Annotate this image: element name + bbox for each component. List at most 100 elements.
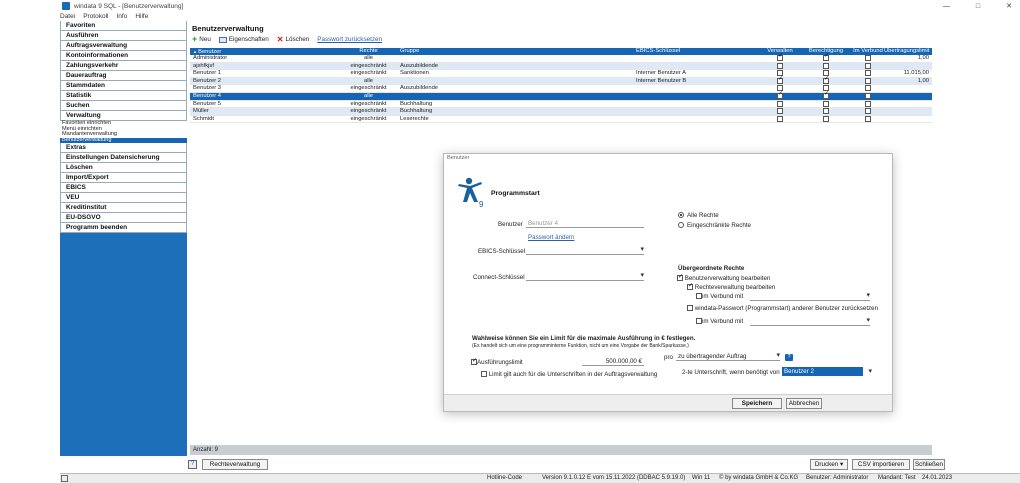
- checkbox-icon[interactable]: [823, 62, 829, 69]
- table-row[interactable]: Müller eingeschränkt Buchhaltung: [190, 108, 932, 116]
- ebics-select[interactable]: [526, 245, 644, 255]
- col-uebertragungslimit[interactable]: Übertragungslimit: [884, 48, 932, 55]
- csv-import-button[interactable]: CSV importieren: [852, 459, 910, 470]
- table-row[interactable]: Benutzer 5 eingeschränkt Buchhaltung: [190, 100, 932, 109]
- cell-verwalten[interactable]: [760, 108, 800, 115]
- cb-execution-limit[interactable]: Ausführungslimit: [471, 357, 523, 366]
- cell-berechtigung[interactable]: [800, 53, 852, 62]
- checkbox-icon[interactable]: [865, 92, 871, 99]
- checkbox-icon[interactable]: [777, 53, 783, 61]
- nav-programm-beenden[interactable]: Programm beenden: [60, 223, 187, 234]
- table-row[interactable]: Schmidt eingeschränkt Leserechte: [190, 115, 932, 124]
- cell-verwalten[interactable]: [760, 91, 800, 100]
- menu-protokoll[interactable]: Protokoll: [83, 13, 108, 20]
- minimize-icon[interactable]: —: [943, 3, 950, 10]
- cell-berechtigung[interactable]: [800, 108, 852, 115]
- nav-loeschen[interactable]: Löschen: [60, 163, 187, 174]
- checkbox-icon[interactable]: [865, 108, 871, 115]
- checkbox-icon[interactable]: [865, 85, 871, 92]
- cell-verwalten[interactable]: [760, 76, 800, 85]
- change-password-link[interactable]: Passwort ändern: [528, 234, 574, 241]
- cell-verbund[interactable]: [852, 70, 884, 77]
- nav-statistik[interactable]: Statistik: [60, 91, 187, 101]
- checkbox-icon[interactable]: [865, 62, 871, 69]
- checkbox-icon[interactable]: [865, 77, 871, 84]
- cell-verbund[interactable]: [852, 85, 884, 92]
- checkbox-icon[interactable]: [823, 100, 829, 107]
- radio-all-rights[interactable]: Alle Rechte: [678, 212, 719, 219]
- col-rechte[interactable]: Rechte: [340, 48, 397, 55]
- menu-info[interactable]: Info: [116, 13, 127, 20]
- cell-verbund[interactable]: [852, 108, 884, 115]
- cell-verbund[interactable]: [852, 55, 884, 62]
- radio-limited-rights[interactable]: Eingeschränkte Rechte: [678, 222, 751, 229]
- verbund-2-select[interactable]: [750, 316, 870, 326]
- table-row[interactable]: Benutzer 4 alle: [190, 91, 932, 101]
- nav-import-export[interactable]: Import/Export: [60, 173, 187, 184]
- nav-favoriten[interactable]: Favoriten: [60, 21, 187, 31]
- second-signature-select[interactable]: Benutzer 2: [782, 367, 872, 376]
- col-gruppe[interactable]: Gruppe: [397, 48, 632, 55]
- pro-select[interactable]: zu übertragender Auftrag: [676, 351, 780, 361]
- checkbox-icon[interactable]: [865, 100, 871, 107]
- menu-datei[interactable]: Datei: [60, 13, 75, 20]
- cell-verbund[interactable]: [852, 92, 884, 100]
- col-im-verbund[interactable]: Im Verbund: [852, 48, 884, 55]
- cell-verbund[interactable]: [852, 115, 884, 123]
- checkbox-icon[interactable]: [777, 62, 783, 69]
- checkbox-icon[interactable]: [777, 108, 783, 115]
- table-row[interactable]: ajshfkjsf eingeschränkt Auszubildende: [190, 62, 932, 71]
- verbund-1-select[interactable]: [750, 291, 870, 301]
- cell-verwalten[interactable]: [760, 100, 800, 108]
- nav-einstellungen-datensicherung[interactable]: Einstellungen Datensicherung: [60, 153, 187, 164]
- nav-zahlungsverkehr[interactable]: Zahlungsverkehr: [60, 61, 187, 71]
- cell-verbund[interactable]: [852, 77, 884, 85]
- print-button[interactable]: Drucken ▾: [810, 459, 848, 470]
- checkbox-icon[interactable]: [777, 100, 783, 107]
- cb-reset-password[interactable]: windata-Passwort (Programmstart) anderer…: [687, 305, 878, 312]
- cb-verbund-2[interactable]: im Verbund mit: [696, 318, 743, 325]
- checkbox-icon[interactable]: [865, 115, 871, 122]
- cell-verwalten[interactable]: [760, 62, 800, 70]
- checkbox-icon[interactable]: [823, 76, 829, 84]
- properties-button[interactable]: Eigenschaften: [218, 36, 269, 43]
- limit-amount-field[interactable]: 500.000,00 €: [582, 357, 644, 366]
- table-row[interactable]: Benutzer 2 alle Interner Benutzer B 1,00: [190, 76, 932, 86]
- close-icon[interactable]: ✕: [1006, 2, 1012, 10]
- nav-ebics[interactable]: EBICS: [60, 183, 187, 194]
- close-button[interactable]: Schließen: [913, 459, 945, 470]
- checkbox-icon[interactable]: [823, 91, 829, 99]
- cell-berechtigung[interactable]: [800, 76, 852, 85]
- checkbox-icon[interactable]: [823, 108, 829, 115]
- nav-auftragsverwaltung[interactable]: Auftragsverwaltung: [60, 41, 187, 51]
- cb-rights-admin[interactable]: Rechteverwaltung bearbeiten: [687, 282, 775, 291]
- cell-berechtigung[interactable]: [800, 91, 852, 100]
- connect-select[interactable]: [526, 271, 644, 281]
- reset-password-link[interactable]: Passwort zurücksetzen: [317, 36, 382, 43]
- nav-extras[interactable]: Extras: [60, 143, 187, 154]
- nav-stammdaten[interactable]: Stammdaten: [60, 81, 187, 91]
- cell-berechtigung[interactable]: [800, 62, 852, 70]
- cb-user-admin[interactable]: Benutzerverwaltung bearbeiten: [677, 273, 770, 282]
- save-button[interactable]: Speichern: [732, 398, 782, 409]
- help-icon[interactable]: ?: [785, 354, 793, 361]
- nav-suchen[interactable]: Suchen: [60, 101, 187, 111]
- col-benutzer[interactable]: Benutzer: [190, 48, 340, 55]
- user-field[interactable]: Benutzer 4: [526, 219, 644, 228]
- checkbox-icon[interactable]: [777, 115, 783, 122]
- table-row[interactable]: Administrator alle 1,00: [190, 53, 932, 63]
- cb-verbund-1[interactable]: im Verbund mit: [696, 293, 743, 300]
- help-icon[interactable]: ?: [188, 460, 197, 469]
- cell-verbund[interactable]: [852, 100, 884, 108]
- checkbox-icon[interactable]: [823, 53, 829, 61]
- new-button[interactable]: + Neu: [192, 35, 211, 44]
- cb-signature-limit[interactable]: Limit gilt auch für die Unterschriften i…: [481, 371, 657, 378]
- menu-hilfe[interactable]: Hilfe: [135, 13, 148, 20]
- cell-verwalten[interactable]: [760, 53, 800, 62]
- nav-ausfuehren[interactable]: Ausführen: [60, 31, 187, 41]
- checkbox-icon[interactable]: [823, 115, 829, 122]
- nav-kreditinstitut[interactable]: Kreditinstitut: [60, 203, 187, 214]
- table-row[interactable]: Benutzer 1 eingeschränkt Sanktionen Interne…: [190, 70, 932, 78]
- delete-button[interactable]: ✕ Löschen: [277, 36, 310, 44]
- checkbox-icon[interactable]: [777, 76, 783, 84]
